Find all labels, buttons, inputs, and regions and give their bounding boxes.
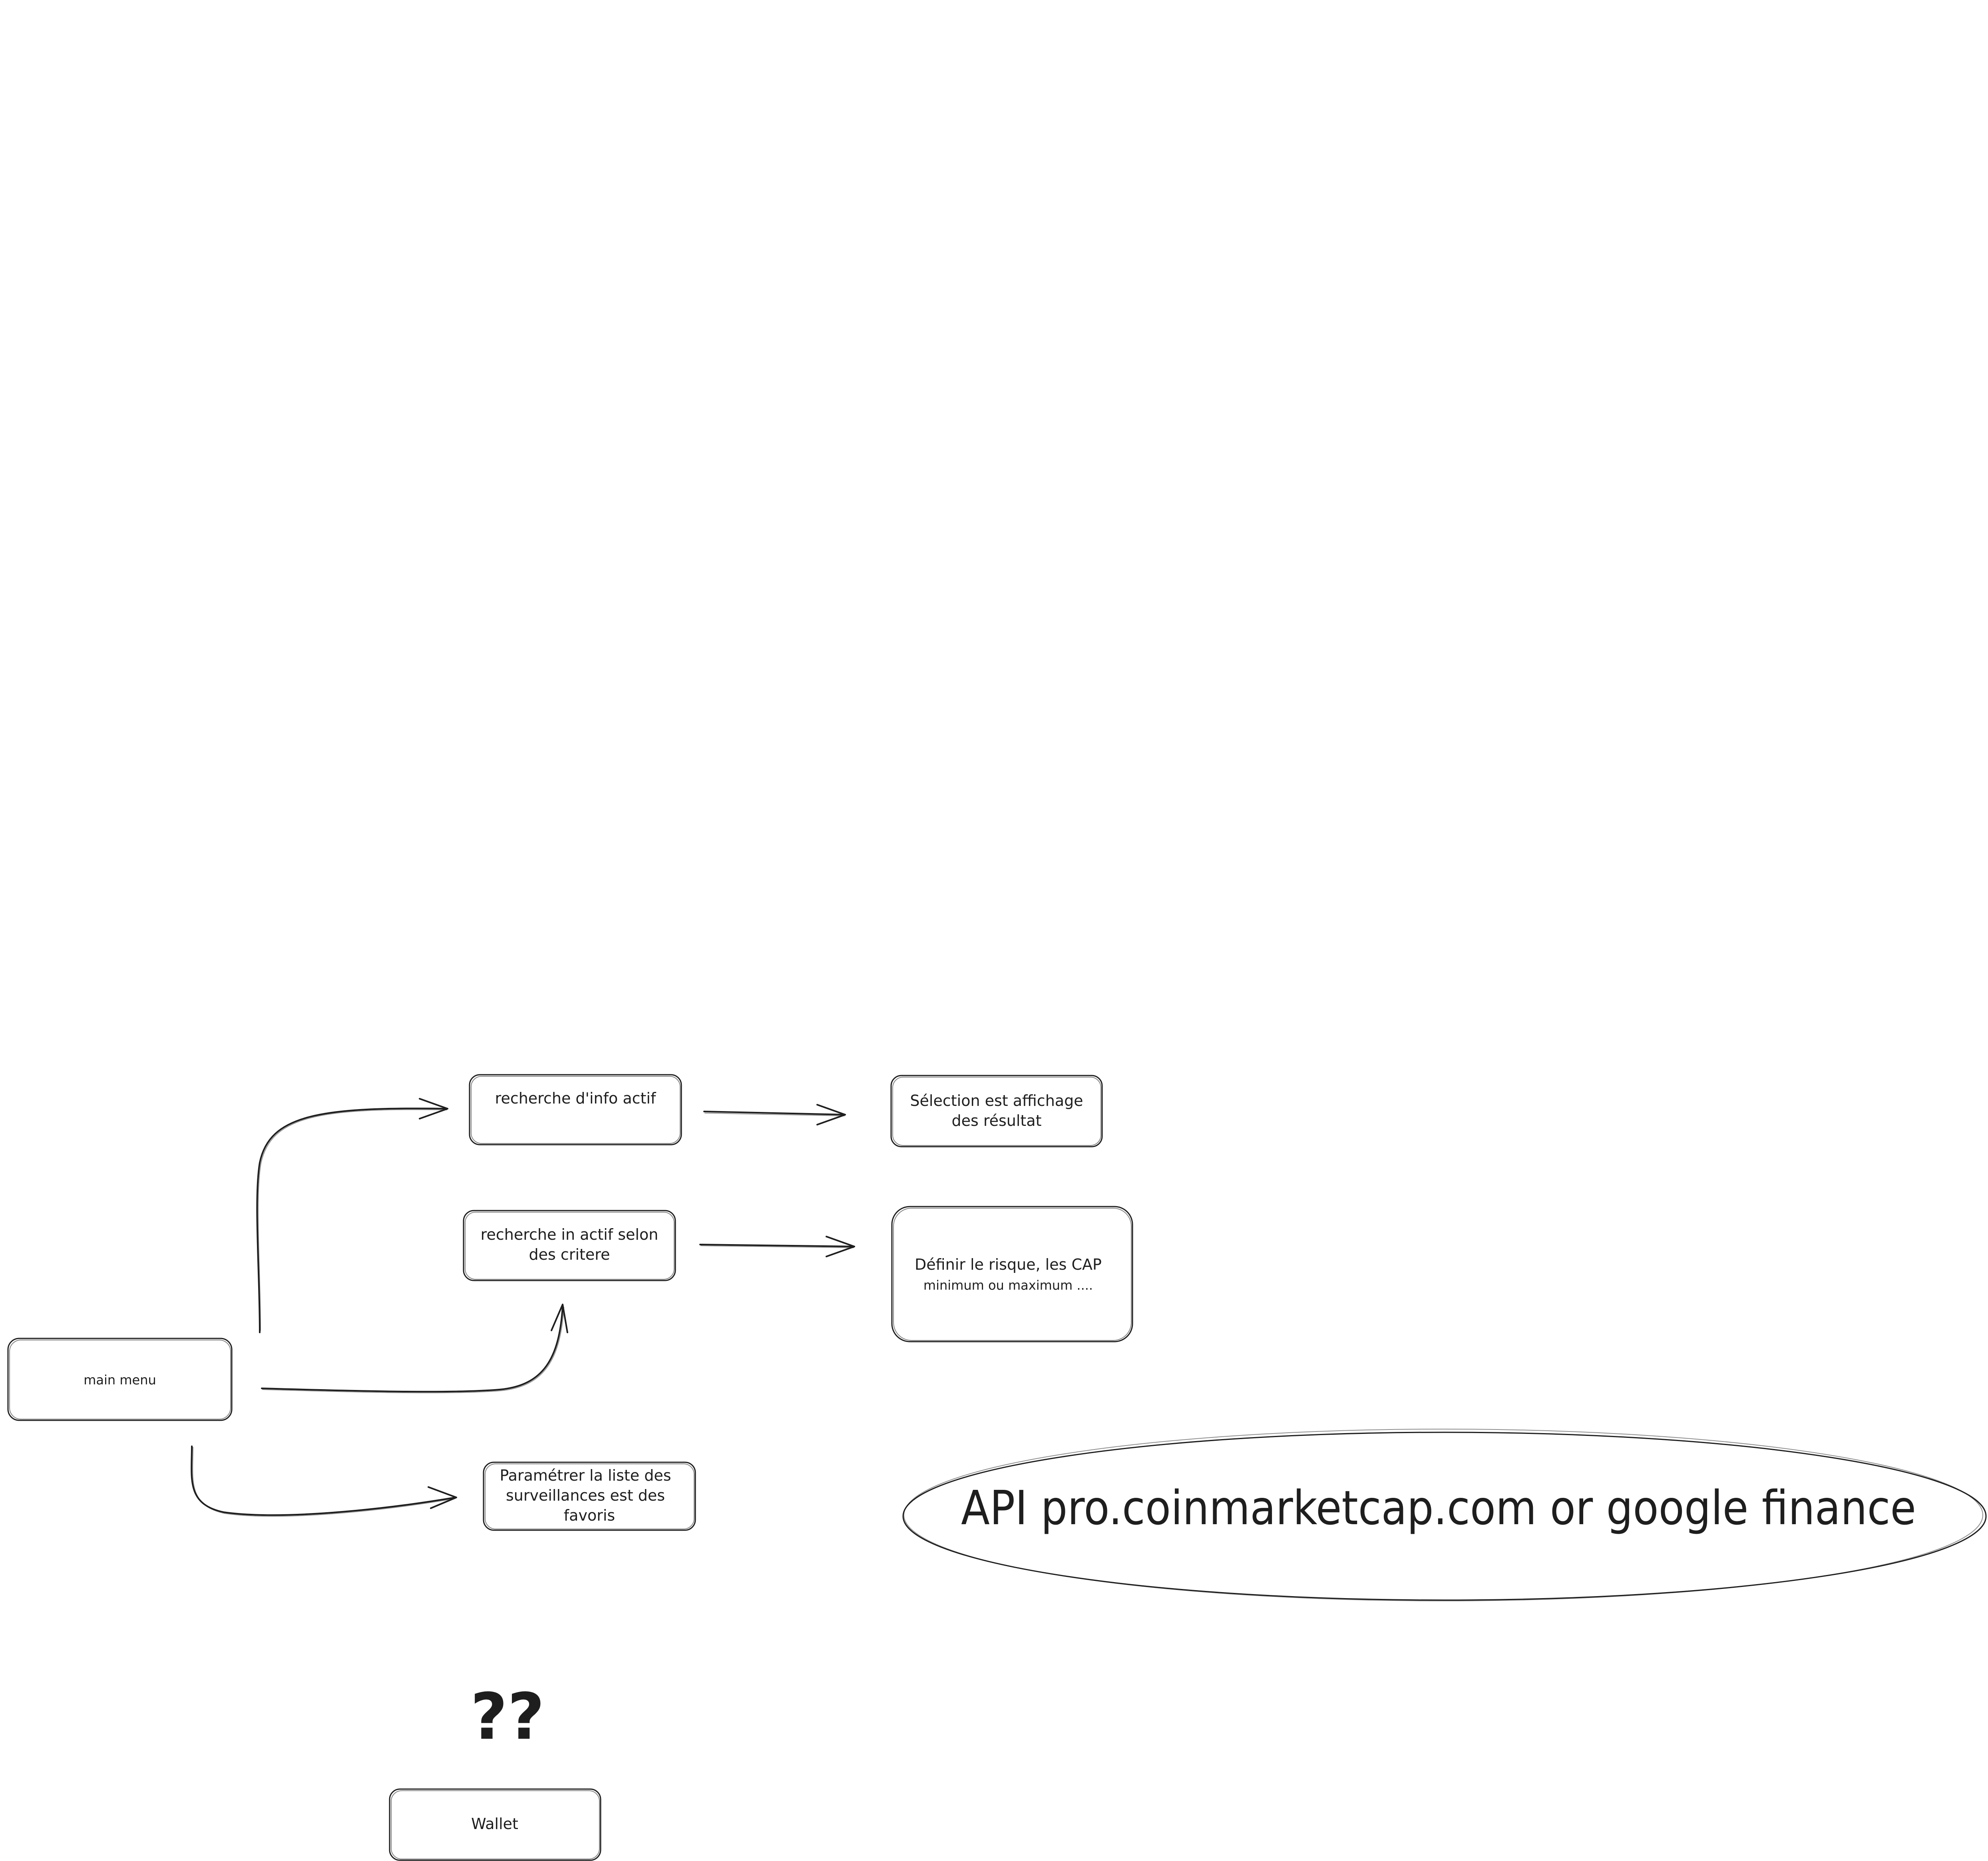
edge-recherche-info-to-selection[interactable] — [703, 1104, 846, 1125]
node-label: Paramétrer la liste des — [499, 1467, 671, 1484]
node-label: Sélection est affichage — [910, 1092, 1083, 1109]
node-label: des résultat — [951, 1112, 1041, 1129]
edge-recherche-critere-to-definir[interactable] — [699, 1236, 855, 1257]
node-label: favoris — [564, 1507, 615, 1524]
edge-main-menu-to-recherche-info[interactable] — [256, 1098, 448, 1333]
diagram-canvas: main menu recherche d'info actif recherc… — [7, 1074, 1987, 1861]
node-label: minimum ou maximum .... — [923, 1278, 1093, 1293]
api-ellipse[interactable]: API pro.coinmarketcap.com or google fina… — [902, 1429, 1987, 1601]
node-label: recherche d'info actif — [495, 1090, 657, 1107]
node-parametrer[interactable]: Paramétrer la liste des surveillances es… — [483, 1461, 696, 1531]
node-label: Définir le risque, les CAP — [915, 1256, 1102, 1273]
node-label: main menu — [84, 1372, 156, 1388]
edge-main-menu-to-parametrer[interactable] — [191, 1445, 457, 1517]
node-label: surveillances est des — [506, 1487, 665, 1504]
node-definir[interactable]: Définir le risque, les CAP minimum ou ma… — [891, 1206, 1133, 1342]
edge-main-menu-to-recherche-critere[interactable] — [261, 1304, 568, 1394]
node-selection[interactable]: Sélection est affichage des résultat — [890, 1075, 1103, 1147]
node-label: des critere — [529, 1246, 610, 1263]
node-recherche-info[interactable]: recherche d'info actif — [469, 1074, 682, 1145]
question-marks: ?? — [470, 1679, 545, 1754]
node-label: Wallet — [471, 1815, 518, 1833]
node-main-menu[interactable]: main menu — [7, 1338, 233, 1421]
node-wallet[interactable]: Wallet — [389, 1788, 601, 1861]
node-label: recherche in actif selon — [481, 1226, 659, 1243]
api-label: API pro.coinmarketcap.com or google fina… — [961, 1480, 1916, 1535]
node-recherche-critere[interactable]: recherche in actif selon des critere — [463, 1210, 676, 1281]
